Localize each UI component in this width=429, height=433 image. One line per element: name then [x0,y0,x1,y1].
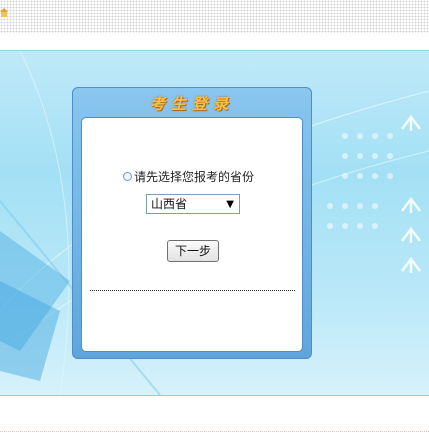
bottom-divider [0,431,429,432]
panel-title: 考生登录 [149,95,234,113]
province-select[interactable]: 山西省 ▼ [146,194,240,214]
province-prompt-row: 请先选择您报考的省份 [123,168,254,185]
province-selected-value: 山西省 [151,197,188,211]
next-step-button[interactable]: 下一步 [167,240,219,262]
home-icon[interactable] [0,8,8,17]
radio-icon[interactable] [123,172,132,181]
top-pattern-bar [0,0,429,33]
login-panel: 考生登录 请先选择您报考的省份 山西省 ▼ 下一步 [72,87,312,359]
province-prompt-label: 请先选择您报考的省份 [134,170,255,184]
dotted-divider [90,290,295,291]
panel-header: 考生登录 [73,88,311,116]
dropdown-arrow-icon[interactable]: ▼ [226,196,234,214]
panel-body: 请先选择您报考的省份 山西省 ▼ 下一步 [81,117,303,352]
